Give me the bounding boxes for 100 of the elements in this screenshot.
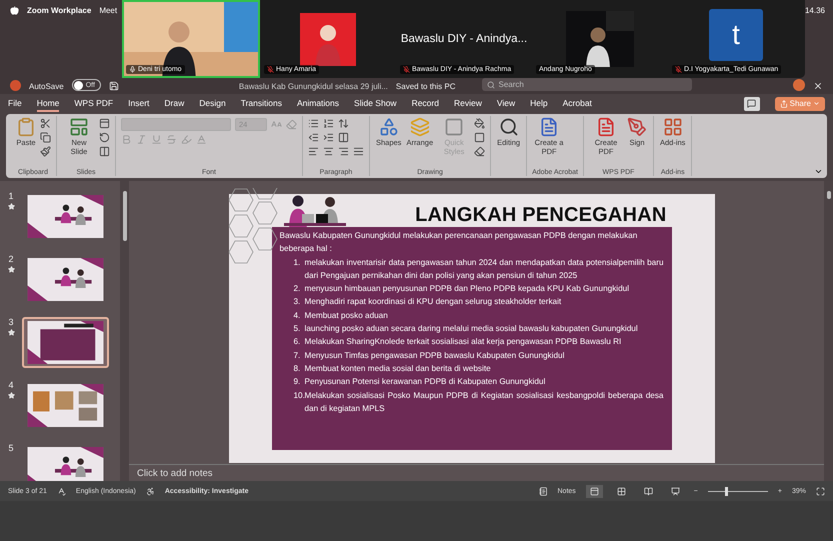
list-item-text: Penyusunan Potensi kerawanan PDPB di Kabupaten Gunungkidul: [304, 376, 546, 388]
section-icon[interactable]: [99, 146, 110, 157]
copy-icon[interactable]: [40, 132, 51, 143]
app-menu[interactable]: Zoom Workplace: [27, 6, 92, 14]
outline-icon[interactable]: [474, 132, 486, 143]
list-number: 3.: [294, 296, 302, 308]
list-number: 8.: [294, 362, 302, 375]
layout-icon[interactable]: [99, 118, 110, 129]
ribbon-tab[interactable]: Insert: [128, 96, 150, 112]
list-number: 6.: [294, 336, 302, 348]
slide-number: 5: [8, 443, 14, 453]
paintbrush-icon[interactable]: [40, 146, 51, 157]
list-number: 4.: [294, 310, 302, 322]
ribbon-tab[interactable]: Review: [454, 96, 482, 112]
search-icon: [486, 80, 494, 88]
comments-button[interactable]: [744, 96, 760, 110]
search-field[interactable]: Search: [482, 78, 692, 91]
notes-icon[interactable]: [538, 486, 548, 496]
align-center-icon[interactable]: [323, 146, 334, 157]
save-icon[interactable]: [108, 81, 119, 91]
ribbon-tab[interactable]: Transitions: [240, 96, 282, 112]
align-right-icon[interactable]: [338, 146, 349, 157]
list-number: 7.: [294, 350, 302, 362]
list-item-text: Membuat konten media sosial dan berita di website: [304, 362, 491, 375]
align-justify-icon[interactable]: [353, 146, 364, 157]
align-left-icon[interactable]: [308, 146, 319, 157]
slide-layout-icon: [69, 117, 89, 137]
ribbon-tab[interactable]: File: [8, 96, 22, 112]
grid-icon: [616, 486, 626, 496]
font-color-icon[interactable]: [196, 134, 207, 145]
scissors-icon[interactable]: [40, 118, 51, 129]
columns-icon[interactable]: [338, 132, 349, 143]
menu-item[interactable]: Meet: [99, 6, 118, 14]
list-number: 2.: [294, 283, 302, 296]
letter-avatar: t: [709, 9, 763, 61]
list-number: 5.: [294, 323, 302, 336]
save-status[interactable]: Saved to this PC: [396, 82, 456, 91]
apple-icon[interactable]: [10, 6, 19, 14]
fit-to-window-icon[interactable]: [816, 486, 825, 496]
list-number: 10.: [294, 390, 304, 402]
layers-icon: [410, 117, 430, 137]
shapes-icon: [378, 117, 399, 137]
list-number: 1.: [294, 256, 302, 269]
line-spacing-icon[interactable]: [338, 118, 349, 129]
slide-number: 2: [8, 254, 14, 264]
slide-number: 3: [8, 317, 14, 327]
search-icon: [498, 117, 519, 137]
spellcheck-icon[interactable]: [56, 486, 66, 496]
list-item-text: Menyusun Timfas pengawasan PDPB bawaslu Kabupaten Gunungkidul: [304, 350, 564, 362]
powerpoint-icon: [10, 80, 21, 91]
numbered-list-icon[interactable]: [323, 118, 334, 129]
collapse-ribbon-icon[interactable]: [814, 167, 823, 176]
ribbon-tab[interactable]: Animations: [296, 96, 340, 112]
eraser-icon[interactable]: [474, 146, 486, 157]
slide-title: LANGKAH PENCEGAHAN: [415, 203, 666, 227]
normal-view-icon: [590, 486, 599, 496]
document-icon: [539, 117, 560, 137]
clock: 14.36: [804, 6, 825, 14]
file-name: Bawaslu Kab Gunungkidul selasa 29 juli...: [238, 82, 388, 91]
ribbon-tab[interactable]: View: [496, 96, 516, 112]
ribbon-tab[interactable]: Draw: [164, 96, 184, 112]
indent-increase-icon[interactable]: [323, 132, 334, 143]
presentation-icon: [670, 486, 680, 496]
reset-icon[interactable]: [99, 132, 110, 143]
bullet-list-icon[interactable]: [308, 118, 319, 129]
account-avatar[interactable]: [793, 79, 805, 91]
participant-display-name: Bawaslu DIY - Anindya...: [400, 33, 528, 45]
ribbon-tab[interactable]: Slide Show: [354, 96, 397, 112]
fill-bucket-icon[interactable]: [474, 118, 486, 129]
list-item-text: launching posko aduan secara daring melalui media sosial bawaslu kabupaten Gunungkidul: [304, 323, 638, 336]
close-icon[interactable]: [813, 81, 823, 91]
share-icon: [780, 100, 788, 108]
ribbon-tab[interactable]: Help: [530, 96, 548, 112]
list-number: 9.: [294, 376, 302, 388]
list-item-text: Melakukan SharingKnolede terkait sosialisasi alat kerja pengawasan PDPB Bawaslu RI: [304, 336, 622, 348]
scrollbar-thumb[interactable]: [122, 191, 126, 241]
normal-view-button[interactable]: [586, 484, 603, 498]
list-item-text: Membuat posko aduan: [304, 310, 388, 322]
comment-icon: [747, 99, 756, 108]
ribbon-tab[interactable]: Acrobat: [562, 96, 592, 112]
slide-number: 1: [8, 191, 14, 201]
zoom-slider-thumb[interactable]: [724, 486, 728, 496]
caret-icon: [813, 100, 820, 107]
list-item-text: Menghadiri rapat koordinasi di KPU dengan selurug steakholder terkait: [304, 296, 562, 308]
list-item-text: Melakukan sosialisasi Posko Maupun PDPB di Kegiatan sosialisasi kesbangpoldi beberapa desa dan di kegiatan MPLS: [304, 390, 664, 415]
grid-icon: [662, 117, 683, 137]
document-icon: [596, 117, 616, 137]
clipboard-icon: [16, 117, 36, 137]
scrollbar-thumb[interactable]: [826, 191, 830, 199]
autosave-label: AutoSave: [29, 82, 64, 91]
intro-text: Bawaslu Kabupaten Gunungkidul melakukan perencanaan pengawasan PDPB dengan melakukan beberapa hal :: [280, 230, 638, 256]
ribbon-tab[interactable]: Design: [199, 96, 226, 112]
indent-decrease-icon[interactable]: [308, 132, 319, 143]
ribbon-tab[interactable]: WPS PDF: [74, 96, 114, 112]
ribbon-tab[interactable]: Record: [412, 96, 439, 112]
slide-number: 4: [8, 380, 14, 390]
accessibility-icon[interactable]: [146, 486, 155, 496]
pen-icon: [627, 117, 647, 137]
square-icon: [444, 117, 464, 137]
list-item-text: menyusun himbauan penyusunan PDPB dan Pleno PDPB kepada KPU Kab Gunungkidul: [304, 283, 630, 296]
